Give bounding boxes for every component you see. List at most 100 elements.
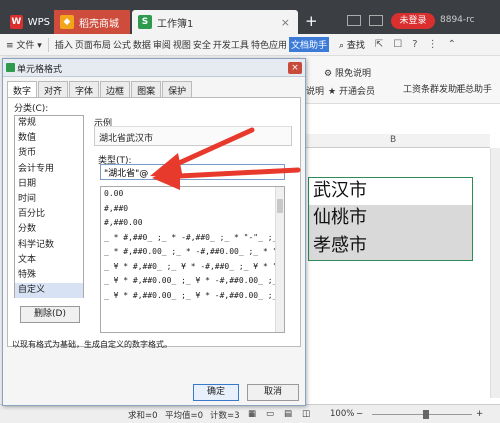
dialog-title: 单元格格式 <box>17 65 63 75</box>
dialog-close-icon[interactable]: × <box>288 62 302 74</box>
category-number[interactable]: 数值 <box>15 131 83 146</box>
zoom-out-icon[interactable]: − <box>356 409 363 419</box>
zoom-level[interactable]: 100% <box>330 409 354 419</box>
tab-protection[interactable]: 保护 <box>162 81 193 97</box>
status-sum: 求和=0 <box>128 411 158 421</box>
share-icon[interactable]: ⇱ <box>375 39 383 50</box>
menu-insert[interactable]: 插入 <box>55 38 73 51</box>
tab-number[interactable]: 数字 <box>7 81 38 97</box>
ok-button[interactable]: 确定 <box>193 384 239 401</box>
category-label: 分类(C): <box>14 104 49 114</box>
format-item[interactable]: _ ¥ * #,##0.00_ ;_ ¥ * -#,##0.00_ ;_ ¥ *… <box>101 289 284 304</box>
menu-security[interactable]: 安全 <box>193 38 211 51</box>
category-time[interactable]: 时间 <box>15 192 83 207</box>
menu-file[interactable]: ≡ 文件 ▾ <box>6 38 42 51</box>
type-input[interactable] <box>100 164 285 180</box>
collapse-ribbon-icon[interactable]: ⌃ <box>448 39 456 50</box>
login-button[interactable]: 未登录 <box>391 13 435 29</box>
format-item[interactable]: 0.00 <box>101 187 284 202</box>
user-id: 8894-rc <box>440 15 475 25</box>
page-break-view-icon[interactable]: ▤ <box>284 409 292 419</box>
format-list[interactable]: 0.00 #,##0 #,##0.00 _ * #,##0_ ;_ * -#,#… <box>100 186 285 333</box>
tab-pattern[interactable]: 图案 <box>131 81 162 97</box>
category-date[interactable]: 日期 <box>15 177 83 192</box>
menu-toolbar: ≡ 文件 ▾ 插入 页面布局 公式 数据 审阅 视图 安全 开发工具 特色应用 … <box>0 34 500 56</box>
status-count: 计数=3 <box>210 411 240 421</box>
format-item[interactable]: _ * #,##0.00_ ;_ * -#,##0.00_ ;_ * "-"??… <box>101 245 284 260</box>
tab-alignment[interactable]: 对齐 <box>38 81 69 97</box>
more-icon[interactable]: ⋮ <box>428 39 438 50</box>
search-button[interactable]: ⌕ 查找 <box>339 38 365 51</box>
menu-view[interactable]: 视图 <box>173 38 191 51</box>
ribbon-open-member[interactable]: ★ 开通会员 <box>328 84 375 97</box>
column-b-header[interactable]: B <box>390 135 396 145</box>
window-layout-icon[interactable] <box>347 15 361 26</box>
close-tab-icon[interactable]: × <box>281 16 290 29</box>
normal-view-icon[interactable]: ▦ <box>248 409 256 419</box>
wps-logo-icon: W <box>10 15 23 29</box>
ribbon-summary[interactable]: 汇总助手 <box>456 82 492 95</box>
category-custom[interactable]: 自定义 <box>15 283 83 299</box>
category-percentage[interactable]: 百分比 <box>15 207 83 222</box>
spreadsheet-icon: S <box>138 15 152 29</box>
tab-font[interactable]: 字体 <box>69 81 100 97</box>
tab-wps-label: WPS <box>27 16 50 28</box>
format-item[interactable]: _ ¥ * #,##0_ ;_ ¥ * -#,##0_ ;_ ¥ * "-"_ … <box>101 260 284 275</box>
ribbon: ⚙ 限免说明 说明 ★ 开通会员 工资条群发助手 汇总助手 <box>300 56 500 104</box>
cell-b2[interactable]: 仙桃市 <box>308 205 473 233</box>
status-bar: 求和=0 平均值=0 计数=3 ▦ ▭ ▤ ◫ 100% − + <box>0 404 500 423</box>
category-currency[interactable]: 货币 <box>15 146 83 161</box>
dialog-hint: 以现有格式为基础，生成自定义的数字格式。 <box>12 340 172 349</box>
menu-review[interactable]: 审阅 <box>153 38 171 51</box>
zoom-slider[interactable] <box>372 414 472 415</box>
format-item[interactable]: #,##0 <box>101 202 284 217</box>
menu-data[interactable]: 数据 <box>133 38 151 51</box>
cancel-button[interactable]: 取消 <box>247 384 299 401</box>
page-view-icon[interactable]: ▭ <box>266 409 274 419</box>
category-special[interactable]: 特殊 <box>15 268 83 283</box>
reading-view-icon[interactable]: ◫ <box>302 409 310 419</box>
window-switch-icon[interactable] <box>369 15 383 26</box>
category-text[interactable]: 文本 <box>15 253 83 268</box>
tab-store-label: 稻壳商城 <box>79 18 119 30</box>
cell-b1[interactable]: 武汉市 <box>308 177 473 205</box>
store-icon: ◆ <box>60 15 74 29</box>
ribbon-desc[interactable]: 说明 <box>306 84 324 97</box>
zoom-slider-thumb[interactable] <box>423 410 429 419</box>
format-list-scrollbar[interactable] <box>275 187 284 332</box>
category-fraction[interactable]: 分数 <box>15 222 83 237</box>
ribbon-limit-free[interactable]: ⚙ 限免说明 <box>324 66 371 79</box>
dialog-body: 分类(C): 常规 数值 货币 会计专用 日期 时间 百分比 分数 科学记数 文… <box>7 97 301 347</box>
category-list[interactable]: 常规 数值 货币 会计专用 日期 时间 百分比 分数 科学记数 文本 特殊 自定… <box>14 115 84 299</box>
menu-developer[interactable]: 开发工具 <box>213 38 249 51</box>
dialog-tabs: 数字 对齐 字体 边框 图案 保护 <box>7 81 193 97</box>
settings-icon[interactable]: ☐ <box>393 39 402 50</box>
status-average: 平均值=0 <box>165 411 204 421</box>
dialog-title-bar[interactable]: 单元格格式 × <box>3 59 305 77</box>
format-item[interactable]: _ * #,##0_ ;_ * -#,##0_ ;_ * "-"_ ;_ @_ <box>101 231 284 246</box>
format-item[interactable]: _ ¥ * #,##0.00_ ;_ ¥ * -#,##0.00_ ;_ ¥ *… <box>101 274 284 289</box>
tab-border[interactable]: 边框 <box>100 81 131 97</box>
format-item[interactable]: #,##0.00 <box>101 216 284 231</box>
cell-b3[interactable]: 孝感市 <box>308 233 473 261</box>
ribbon-limit-free-label: 限免说明 <box>334 69 371 79</box>
zoom-in-icon[interactable]: + <box>476 409 483 419</box>
tab-wps[interactable]: W WPS <box>4 10 50 34</box>
menu-doc-assistant[interactable]: 文档助手 <box>288 37 329 52</box>
menu-page-layout[interactable]: 页面布局 <box>75 38 111 51</box>
delete-button[interactable]: 删除(D) <box>20 306 80 323</box>
category-scientific[interactable]: 科学记数 <box>15 238 83 253</box>
title-bar: W WPS ◆ 稻壳商城 S 工作簿1 × + 未登录 8894-rc <box>0 0 500 34</box>
spreadsheet-area: B 武汉市 仙桃市 孝感市 <box>300 104 500 404</box>
format-list-scroll-thumb[interactable] <box>277 199 283 213</box>
category-general[interactable]: 常规 <box>15 116 83 131</box>
category-accounting[interactable]: 会计专用 <box>15 162 83 177</box>
menu-features[interactable]: 特色应用 <box>251 38 287 51</box>
new-tab-icon[interactable]: + <box>305 12 318 30</box>
vertical-scrollbar[interactable] <box>490 148 500 398</box>
ribbon-open-member-label: 开通会员 <box>338 87 375 97</box>
tab-store[interactable]: ◆ 稻壳商城 <box>54 10 130 34</box>
help-icon[interactable]: ? <box>412 39 417 50</box>
menu-formulas[interactable]: 公式 <box>113 38 131 51</box>
tab-document[interactable]: S 工作簿1 × <box>132 10 298 34</box>
